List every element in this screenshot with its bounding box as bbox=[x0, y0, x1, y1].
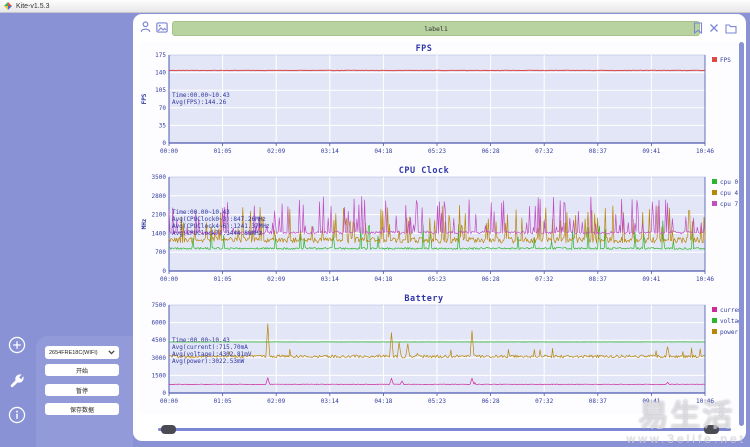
chart-battery[interactable]: Battery 0 1500 3000 4500 6000 7500 00:00 01:05 02… bbox=[139, 292, 746, 414]
x-tick-label: 05:23 bbox=[428, 148, 446, 155]
y-tick-label: 0 bbox=[162, 390, 166, 397]
info-icon[interactable] bbox=[8, 406, 26, 424]
wrench-icon[interactable] bbox=[8, 371, 26, 389]
x-tick-label: 09:41 bbox=[642, 148, 660, 155]
slider-handle-left[interactable] bbox=[161, 425, 176, 434]
x-tick-label: 03:14 bbox=[321, 276, 339, 283]
chart-tooltip: Time:00.00~10.43 Avg(FPS):144.26 bbox=[172, 92, 230, 106]
x-tick-label: 04:18 bbox=[374, 276, 392, 283]
window-titlebar: Kite-v1.5.3 bbox=[0, 0, 750, 13]
charts-container: FPS 0 35 70 105 140 175 00:00 01:05 02:09 03:14 04:… bbox=[139, 42, 746, 414]
x-tick-label: 03:14 bbox=[321, 398, 339, 405]
folder-icon[interactable] bbox=[725, 23, 737, 34]
legend-swatch bbox=[712, 307, 717, 312]
x-tick-label: 02:09 bbox=[267, 148, 285, 155]
x-tick-label: 08:37 bbox=[589, 398, 607, 405]
x-tick-label: 06:28 bbox=[482, 398, 500, 405]
vertical-scrollbar[interactable] bbox=[739, 42, 744, 426]
chevron-down-icon bbox=[108, 350, 115, 355]
y-tick-label: 0 bbox=[162, 140, 166, 147]
y-tick-label: 3000 bbox=[152, 355, 167, 362]
y-tick-label: 140 bbox=[155, 70, 166, 77]
main-panel: FPS0357010514017500:0001:0502:0903:1404:… bbox=[133, 14, 746, 441]
x-tick-label: 06:28 bbox=[482, 276, 500, 283]
y-tick-label: 4500 bbox=[152, 337, 167, 344]
user-icon[interactable] bbox=[140, 21, 151, 33]
y-tick-label: 0 bbox=[162, 268, 166, 275]
legend-swatch bbox=[712, 329, 717, 334]
x-tick-label: 09:41 bbox=[642, 398, 660, 405]
legend-swatch bbox=[712, 57, 717, 62]
time-range-slider-track[interactable] bbox=[158, 428, 731, 431]
x-tick-label: 07:32 bbox=[535, 276, 553, 283]
pause-button[interactable]: 暂停 bbox=[45, 384, 119, 396]
y-axis-label: FPS bbox=[141, 93, 148, 104]
chart-cpu-clock[interactable]: CPU Clock 0 700 1400 2100 2800 3500 00:00 01:05 0… bbox=[139, 164, 746, 292]
x-tick-label: 01:05 bbox=[214, 276, 232, 283]
device-select-value: 2654FRE18C(WIFI) bbox=[49, 349, 98, 356]
legend-swatch bbox=[712, 190, 717, 195]
x-tick-label: 10:46 bbox=[696, 276, 714, 283]
image-icon[interactable] bbox=[156, 21, 168, 33]
y-tick-label: 1400 bbox=[152, 230, 167, 237]
start-button[interactable]: 开始 bbox=[45, 364, 119, 376]
x-tick-label: 01:05 bbox=[214, 398, 232, 405]
bookmark-icon[interactable] bbox=[693, 22, 703, 34]
y-tick-label: 70 bbox=[159, 105, 167, 112]
legend-swatch bbox=[712, 179, 717, 184]
x-tick-label: 10:46 bbox=[696, 148, 714, 155]
x-tick-label: 02:09 bbox=[267, 398, 285, 405]
save-data-button[interactable]: 保存数据 bbox=[45, 403, 119, 415]
x-tick-label: 07:32 bbox=[535, 148, 553, 155]
chart-title: CPU Clock bbox=[398, 166, 450, 176]
x-tick-label: 00:00 bbox=[160, 276, 178, 283]
x-tick-label: 03:14 bbox=[321, 148, 339, 155]
x-tick-label: 05:23 bbox=[428, 276, 446, 283]
y-tick-label: 35 bbox=[159, 122, 167, 129]
chart-title: Battery bbox=[404, 294, 444, 304]
x-tick-label: 05:23 bbox=[428, 398, 446, 405]
chart-title: FPS bbox=[415, 44, 433, 54]
legend-label: power bbox=[720, 329, 738, 336]
x-tick-label: 04:18 bbox=[374, 398, 392, 405]
x-tick-label: 08:37 bbox=[589, 276, 607, 283]
chart-tooltip: Time:00.00~10.43 Avg(current):715.70mA Avg… bbox=[172, 337, 252, 365]
x-tick-label: 04:18 bbox=[374, 148, 392, 155]
x-tick-label: 07:32 bbox=[535, 398, 553, 405]
y-axis-label: MHz bbox=[141, 218, 148, 229]
y-tick-label: 105 bbox=[155, 87, 166, 94]
plus-icon[interactable] bbox=[8, 336, 26, 354]
x-tick-label: 10:46 bbox=[696, 398, 714, 405]
legend-swatch bbox=[712, 318, 717, 323]
window-title: Kite-v1.5.3 bbox=[16, 2, 50, 10]
chart-fps[interactable]: FPS 0 35 70 105 140 175 00:00 01:05 02:09 03:14 04:… bbox=[139, 42, 743, 164]
y-tick-label: 6000 bbox=[152, 320, 167, 327]
y-tick-label: 2100 bbox=[152, 212, 167, 219]
device-select[interactable]: 2654FRE18C(WIFI) bbox=[45, 346, 119, 359]
x-tick-label: 06:28 bbox=[482, 148, 500, 155]
x-tick-label: 02:09 bbox=[267, 276, 285, 283]
x-tick-label: 00:00 bbox=[160, 398, 178, 405]
legend-swatch bbox=[712, 201, 717, 206]
x-tick-label: 08:37 bbox=[589, 148, 607, 155]
y-tick-label: 2800 bbox=[152, 193, 167, 200]
x-tick-label: 01:05 bbox=[214, 148, 232, 155]
x-tick-label: 09:41 bbox=[642, 276, 660, 283]
label-input[interactable] bbox=[172, 21, 700, 36]
close-icon[interactable] bbox=[709, 23, 719, 33]
legend-label: FPS bbox=[720, 57, 731, 64]
chart-tooltip: Time:00.00~10.43 Avg(CPUClock0~3):847.26M… bbox=[172, 209, 270, 237]
y-tick-label: 1500 bbox=[152, 372, 167, 379]
y-tick-label: 700 bbox=[155, 249, 166, 256]
legend-label: cpu 7 bbox=[720, 201, 738, 208]
app-icon bbox=[4, 2, 12, 10]
slider-handle-right[interactable] bbox=[704, 425, 719, 434]
x-tick-label: 00:00 bbox=[160, 148, 178, 155]
